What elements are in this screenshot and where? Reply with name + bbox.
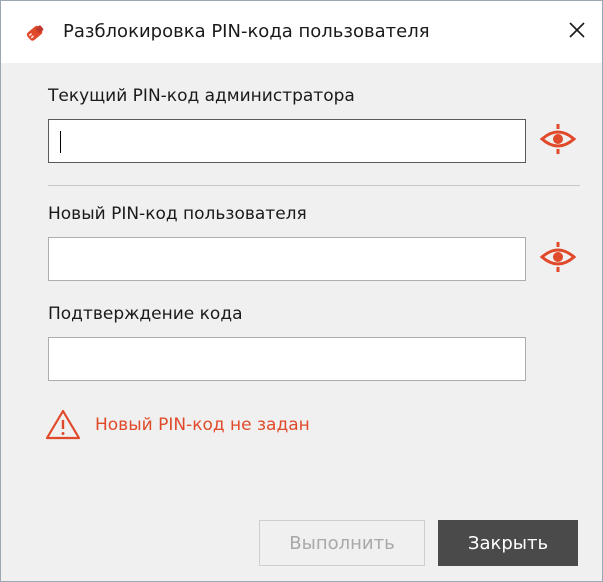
warning-triangle-icon: [45, 408, 81, 440]
show-admin-pin-button[interactable]: [536, 119, 580, 163]
show-new-pin-button[interactable]: [536, 237, 580, 281]
confirm-pin-label: Подтверждение кода: [48, 304, 243, 324]
eye-icon: [539, 241, 577, 277]
admin-pin-input[interactable]: [48, 119, 526, 163]
eye-icon: [539, 123, 577, 159]
admin-pin-label: Текущий PIN-код администратора: [48, 86, 355, 106]
separator: [48, 185, 580, 186]
text-caret: [60, 131, 61, 153]
close-window-button[interactable]: [560, 15, 594, 49]
close-icon: [568, 21, 586, 43]
title-bar: Разблокировка PIN-кода пользователя: [1, 1, 602, 63]
window-title: Разблокировка PIN-кода пользователя: [63, 21, 430, 42]
close-button[interactable]: Закрыть: [438, 520, 578, 566]
warning-message: Новый PIN-код не задан: [95, 415, 310, 435]
new-pin-label: Новый PIN-код пользователя: [48, 204, 307, 224]
unblock-pin-dialog: Разблокировка PIN-кода пользователя Теку…: [0, 0, 603, 582]
new-pin-input[interactable]: [48, 237, 526, 281]
usb-key-icon: [23, 21, 47, 45]
execute-button[interactable]: Выполнить: [259, 520, 425, 566]
confirm-pin-input[interactable]: [48, 337, 526, 381]
